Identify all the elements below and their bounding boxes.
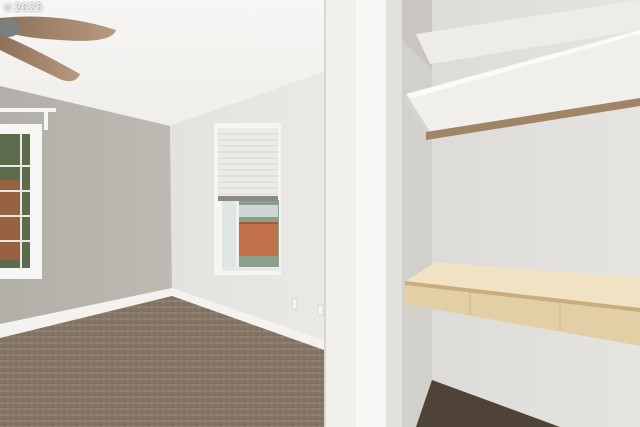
door-frame-shadow (386, 0, 402, 427)
wall-outlet (291, 298, 298, 310)
watermark-year: 2025 (14, 1, 43, 14)
door-frame-edge (324, 0, 326, 427)
back-window (214, 123, 281, 275)
room-photo: ©2025 (0, 0, 640, 427)
copyright-icon: © (3, 3, 14, 14)
door-frame-outer (324, 0, 356, 427)
copyright-watermark: ©2025 (3, 1, 43, 14)
closet (402, 0, 640, 427)
wall-outlet (317, 304, 324, 316)
door-frame-inner (356, 0, 388, 427)
room-illustration (0, 0, 640, 427)
